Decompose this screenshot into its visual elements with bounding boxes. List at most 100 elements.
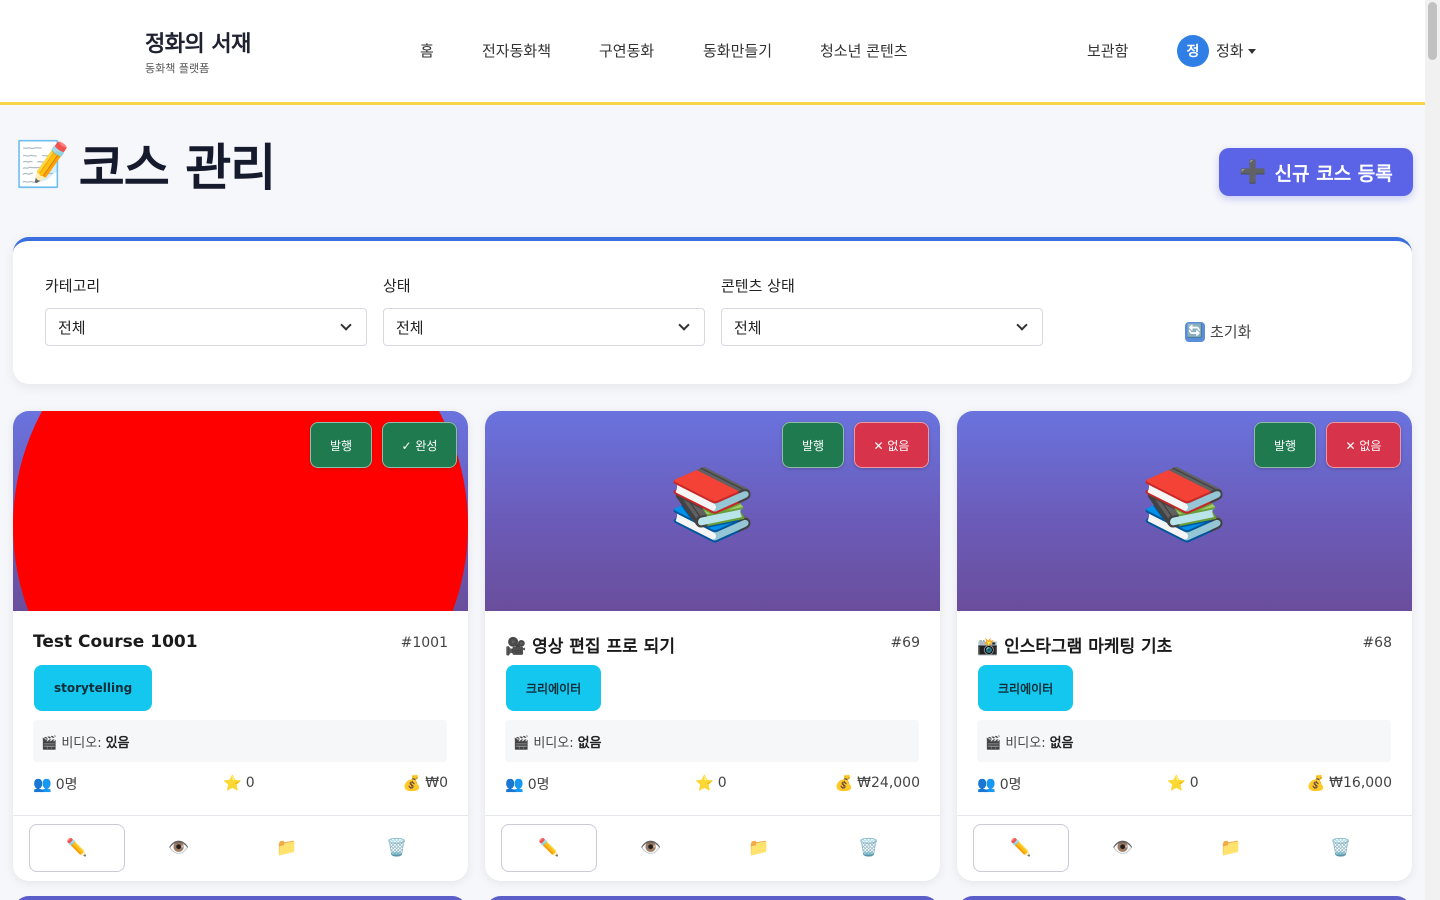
student-count: 👥 0명 (33, 774, 77, 794)
edit-button[interactable]: ✏️ (973, 824, 1069, 872)
content-status-badge: ✓ 완성 (382, 422, 457, 468)
brand-title[interactable]: 정화의 서재 (145, 26, 251, 58)
trash-button[interactable]: 🗑️ (1293, 824, 1389, 872)
folder-button[interactable]: 📁 (711, 824, 807, 872)
card-actions: ✏️ 👁️ 📁 🗑️ (485, 815, 940, 881)
next-card-peek (485, 896, 940, 900)
student-count-value: 0명 (999, 777, 1022, 793)
course-title[interactable]: Test Course 1001 (33, 632, 198, 652)
next-card-peek (13, 896, 468, 900)
student-count-value: 0명 (55, 777, 78, 793)
price: 💰 ₩16,000 (1306, 774, 1392, 792)
video-status: 🎬 비디오: 없음 (977, 720, 1391, 762)
trash-icon: 🗑️ (386, 838, 408, 858)
nav-youth-content[interactable]: 청소년 콘텐츠 (820, 40, 908, 61)
edit-button[interactable]: ✏️ (501, 824, 597, 872)
money-bag-icon: 💰 (1306, 774, 1326, 792)
refresh-icon: 🔄 (1185, 321, 1205, 342)
card-actions: ✏️ 👁️ 📁 🗑️ (13, 815, 468, 881)
view-button[interactable]: 👁️ (603, 824, 699, 872)
edit-button[interactable]: ✏️ (29, 824, 125, 872)
edit-icon: ✏️ (66, 838, 88, 858)
rating-value: 0 (245, 775, 255, 791)
student-count: 👥 0명 (505, 774, 549, 794)
course-title[interactable]: 🎥 영상 편집 프로 되기 (505, 632, 675, 657)
trash-button[interactable]: 🗑️ (821, 824, 917, 872)
chevron-down-icon (340, 319, 352, 331)
chevron-down-icon (1016, 319, 1028, 331)
video-status: 🎬 비디오: 있음 (33, 720, 447, 762)
money-bag-icon: 💰 (402, 774, 422, 792)
content-status-filter: 콘텐츠 상태 전체 (721, 275, 1043, 346)
card-hero: 📚 발행 ✕ 없음 (957, 411, 1412, 611)
new-course-label: 신규 코스 등록 (1274, 162, 1393, 185)
course-card[interactable]: 발행 ✓ 완성 Test Course 1001 #1001 storytelling 🎬… (13, 411, 468, 881)
video-status: 🎬 비디오: 없음 (505, 720, 919, 762)
folder-button[interactable]: 📁 (1183, 824, 1279, 872)
money-bag-icon: 💰 (834, 774, 854, 792)
top-header: 정화의 서재 동화책 플랫폼 홈 전자동화책 구연동화 동화만들기 청소년 콘텐… (0, 0, 1425, 105)
course-id: #68 (1362, 635, 1392, 651)
category-value: 전체 (58, 318, 86, 337)
content-status-badge: ✕ 없음 (1326, 422, 1401, 468)
video-value: 없음 (1049, 735, 1074, 751)
new-course-button[interactable]: ➕ 신규 코스 등록 (1219, 148, 1413, 196)
brand-logo[interactable]: 정화의 서재 동화책 플랫폼 (145, 26, 251, 76)
trash-button[interactable]: 🗑️ (349, 824, 445, 872)
rating: ⭐ 0 (695, 774, 727, 792)
nav-ebooks[interactable]: 전자동화책 (482, 40, 551, 61)
category-label: 카테고리 (45, 277, 101, 295)
view-button[interactable]: 👁️ (1075, 824, 1171, 872)
chevron-down-icon (678, 319, 690, 331)
category-select[interactable]: 전체 (45, 308, 367, 346)
price-value: ₩16,000 (1329, 775, 1392, 791)
status-value: 전체 (396, 318, 424, 337)
avatar[interactable]: 정 (1177, 35, 1209, 67)
category-tag: 크리에이터 (978, 665, 1074, 711)
student-count: 👥 0명 (977, 774, 1021, 794)
scrollbar-thumb[interactable] (1428, 2, 1437, 60)
course-id: #69 (890, 635, 920, 651)
category-filter: 카테고리 전체 (45, 275, 367, 346)
price-value: ₩0 (425, 775, 448, 791)
next-card-peek (957, 896, 1412, 900)
video-label: 🎬 비디오: (513, 735, 574, 751)
star-icon: ⭐ (223, 774, 242, 792)
folder-button[interactable]: 📁 (239, 824, 335, 872)
course-card[interactable]: 📚 발행 ✕ 없음 🎥 영상 편집 프로 되기 #69 크리에이터 🎬 비디오: 없음 👥 0명 ⭐… (485, 411, 940, 881)
page-title: 📝 코스 관리 (15, 128, 276, 200)
nav-library[interactable]: 보관함 (1087, 40, 1128, 61)
video-value: 없음 (577, 735, 602, 751)
status-filter: 상태 전체 (383, 275, 705, 346)
nav-home[interactable]: 홈 (420, 40, 434, 61)
student-count-value: 0명 (527, 777, 550, 793)
price-value: ₩24,000 (857, 775, 920, 791)
view-button[interactable]: 👁️ (131, 824, 227, 872)
content-status-select[interactable]: 전체 (721, 308, 1043, 346)
caret-down-icon (1247, 49, 1256, 54)
rating: ⭐ 0 (1167, 774, 1199, 792)
video-label: 🎬 비디오: (985, 735, 1046, 751)
course-card[interactable]: 📚 발행 ✕ 없음 📸 인스타그램 마케팅 기초 #68 크리에이터 🎬 비디오: 없음 👥 0명… (957, 411, 1412, 881)
nav-storytelling[interactable]: 구연동화 (599, 40, 654, 61)
users-icon: 👥 (505, 775, 524, 793)
course-title[interactable]: 📸 인스타그램 마케팅 기초 (977, 632, 1172, 657)
page-scrollbar[interactable] (1425, 0, 1440, 900)
trash-icon: 🗑️ (858, 838, 880, 858)
card-hero: 📚 발행 ✕ 없음 (485, 411, 940, 611)
rating: ⭐ 0 (223, 774, 255, 792)
view-icon: 👁️ (1112, 838, 1134, 858)
reset-label: 초기화 (1210, 323, 1252, 341)
reset-button[interactable]: 🔄 초기화 (1185, 321, 1251, 342)
rating-value: 0 (717, 775, 727, 791)
content-status-badge: ✕ 없음 (854, 422, 929, 468)
books-icon: 📚 (668, 463, 757, 545)
user-menu[interactable]: 정화 (1216, 40, 1256, 61)
user-name: 정화 (1216, 42, 1244, 60)
view-icon: 👁️ (168, 838, 190, 858)
nav-make-story[interactable]: 동화만들기 (703, 40, 772, 61)
published-badge: 발행 (782, 422, 844, 468)
video-value: 있음 (105, 735, 130, 751)
folder-icon: 📁 (1220, 838, 1242, 858)
status-select[interactable]: 전체 (383, 308, 705, 346)
